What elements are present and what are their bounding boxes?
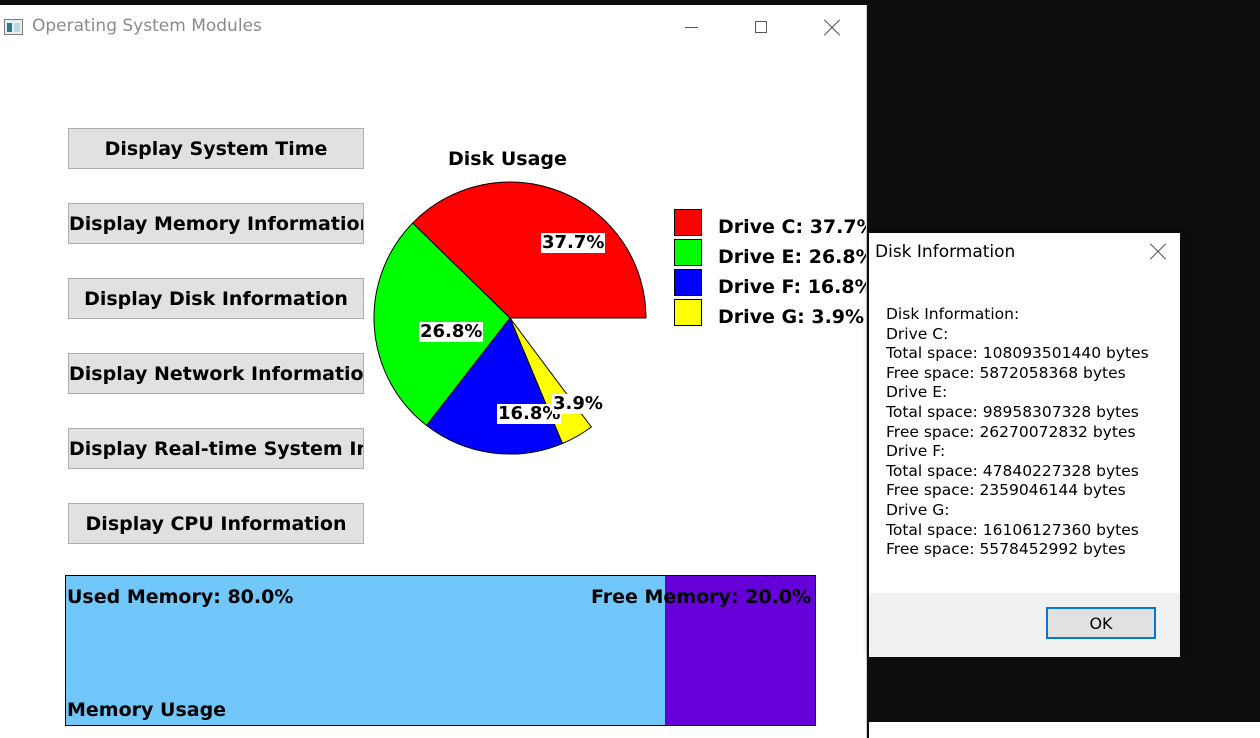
legend-swatch-drive-f: [674, 269, 702, 296]
pie-label-drive-e: 26.8%: [419, 321, 484, 342]
minimize-icon: [685, 27, 698, 28]
dialog-line: Drive E:: [886, 383, 948, 402]
window-title: Operating System Modules: [32, 16, 262, 36]
dialog-line: Drive C:: [886, 324, 949, 343]
used-memory-label: Used Memory: 80.0%: [67, 586, 294, 608]
dialog-line: Disk Information:: [886, 305, 1020, 323]
legend-item-drive-g: Drive G: 3.9%: [718, 306, 865, 328]
memory-usage-bar: Used Memory: 80.0% Free Memory: 20.0% Me…: [65, 575, 816, 726]
dialog-line: Total space: 98958307328 bytes: [886, 402, 1139, 421]
dialog-line: Drive G:: [886, 500, 950, 519]
legend-item-drive-c: Drive C: 37.7%: [718, 216, 867, 238]
dialog-line: Free space: 2359046144 bytes: [886, 481, 1126, 500]
close-button[interactable]: [796, 5, 866, 51]
pie-label-drive-g: 3.9%: [552, 393, 604, 414]
legend-swatch-drive-g: [674, 299, 702, 326]
pie-label-drive-c: 37.7%: [541, 232, 606, 253]
dialog-line: Drive F:: [886, 442, 946, 461]
display-realtime-system-info-button[interactable]: Display Real-time System Info: [68, 428, 364, 469]
dialog-line: Total space: 108093501440 bytes: [886, 344, 1149, 363]
display-memory-information-button[interactable]: Display Memory Information: [68, 203, 364, 244]
main-window: Operating System Modules Display System …: [0, 5, 867, 738]
dialog-line: Total space: 47840227328 bytes: [886, 461, 1139, 480]
dialog-title: Disk Information: [875, 242, 1016, 262]
title-bar[interactable]: Operating System Modules: [0, 5, 866, 51]
ok-button[interactable]: OK: [1046, 607, 1156, 639]
maximize-button[interactable]: [726, 5, 796, 51]
dialog-message: Disk Information: Drive C: Total space: 10…: [886, 305, 1149, 560]
legend-swatch-drive-c: [674, 209, 702, 236]
dialog-line: Free space: 26270072832 bytes: [886, 422, 1136, 441]
minimize-button[interactable]: [656, 5, 726, 51]
close-icon: [823, 19, 841, 37]
pie-chart-title: Disk Usage: [448, 148, 567, 170]
display-cpu-information-button[interactable]: Display CPU Information: [68, 503, 364, 544]
app-window-icon: [4, 19, 23, 35]
dialog-close-button[interactable]: [1137, 233, 1180, 269]
legend-item-drive-f: Drive F: 16.8%: [718, 276, 867, 298]
dialog-line: Total space: 16106127360 bytes: [886, 520, 1139, 539]
legend-swatch-drive-e: [674, 239, 702, 266]
legend-item-drive-e: Drive E: 26.8%: [718, 246, 867, 268]
taskbar-strip: [869, 722, 1260, 738]
disk-information-dialog: Disk Information Disk Information: Drive …: [869, 233, 1180, 657]
display-network-information-button[interactable]: Display Network Information: [68, 353, 364, 394]
memory-usage-title: Memory Usage: [67, 699, 227, 721]
close-icon: [1149, 243, 1167, 261]
maximize-icon: [755, 21, 767, 33]
dialog-footer: OK: [869, 593, 1180, 657]
display-system-time-button[interactable]: Display System Time: [68, 128, 364, 169]
dialog-line: Free space: 5578452992 bytes: [886, 540, 1126, 559]
dialog-line: Free space: 5872058368 bytes: [886, 363, 1126, 382]
display-disk-information-button[interactable]: Display Disk Information: [68, 278, 364, 319]
free-memory-label: Free Memory: 20.0%: [591, 586, 812, 608]
